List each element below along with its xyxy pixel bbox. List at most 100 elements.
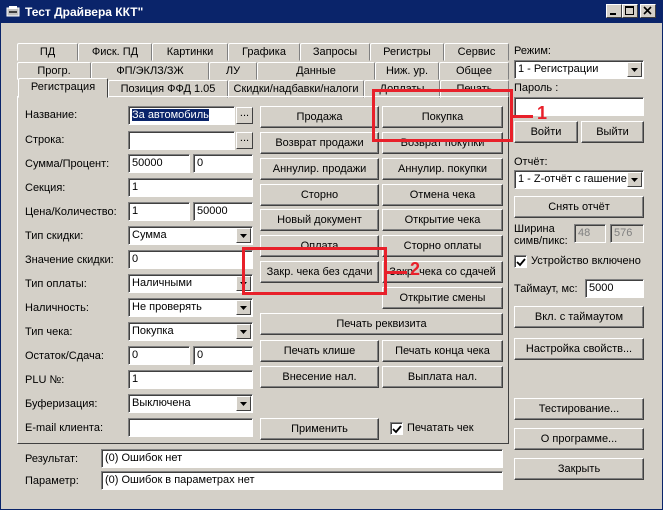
properties-button[interactable]: Настройка свойств...: [514, 338, 644, 360]
chevron-down-icon[interactable]: [627, 62, 642, 77]
discount-type-select[interactable]: Сумма: [128, 226, 253, 245]
open-receipt-button[interactable]: Открытие чека: [382, 209, 503, 231]
buffering-select[interactable]: Выключена: [128, 394, 253, 413]
chevron-down-icon[interactable]: [236, 300, 251, 315]
report-select[interactable]: 1 - Z-отчёт с гашением: [514, 170, 644, 189]
purchase-button[interactable]: Покупка: [382, 106, 503, 128]
email-field[interactable]: [128, 418, 253, 437]
storno-button[interactable]: Сторно: [260, 184, 379, 206]
callout-2-line: [387, 271, 407, 274]
name-field[interactable]: За автомобиль: [128, 106, 235, 125]
payment-type-select[interactable]: Наличными: [128, 274, 253, 293]
tab-queries[interactable]: Запросы: [300, 43, 370, 61]
cash-label: Наличность:: [25, 302, 89, 314]
chevron-down-icon[interactable]: [236, 228, 251, 243]
receipt-type-label: Тип чека:: [25, 326, 73, 338]
tab-registers[interactable]: Регистры: [370, 43, 444, 61]
callout-1: 1: [537, 103, 548, 123]
new-document-button[interactable]: Новый документ: [260, 209, 379, 231]
payment-type-label: Тип оплаты:: [25, 278, 87, 290]
plu-field[interactable]: 1: [128, 370, 253, 389]
cancel-purchase-button[interactable]: Аннулир. покупки: [382, 158, 503, 180]
tab-pd[interactable]: ПД: [17, 43, 78, 61]
tab-general[interactable]: Общее: [439, 62, 509, 80]
line-label: Строка:: [25, 134, 65, 146]
discount-type-label: Тип скидки:: [25, 230, 84, 242]
email-label: E-mail клиента:: [25, 422, 104, 434]
close-receipt-no-change-button[interactable]: Закр. чека без сдачи: [260, 261, 379, 283]
take-report-button[interactable]: Снять отчёт: [514, 196, 644, 218]
cash-out-button[interactable]: Выплата нал.: [382, 366, 503, 388]
sale-button[interactable]: Продажа: [260, 106, 379, 128]
title-bar: Тест Драйвера ККТ": [1, 1, 662, 23]
cancel-sale-button[interactable]: Аннулир. продажи: [260, 158, 379, 180]
window-title: Тест Драйвера ККТ": [25, 5, 144, 19]
buffering-label: Буферизация:: [25, 398, 98, 410]
tab-data[interactable]: Данные: [257, 62, 375, 80]
return-purchase-button[interactable]: Возврат покупки: [382, 132, 503, 154]
apply-button[interactable]: Применить: [260, 418, 379, 440]
sum-field[interactable]: 50000: [128, 154, 190, 173]
chevron-down-icon[interactable]: [236, 276, 251, 291]
result-field[interactable]: (0) Ошибок нет: [101, 449, 503, 468]
width-label-2: симв/пикс:: [514, 235, 568, 247]
tab-fisk-pd[interactable]: Фиск. ПД: [78, 43, 152, 61]
discount-value-label: Значение скидки:: [25, 254, 114, 266]
print-requisite-button[interactable]: Печать реквизита: [260, 313, 503, 335]
receipt-type-select[interactable]: Покупка: [128, 322, 253, 341]
chevron-down-icon[interactable]: [236, 324, 251, 339]
tab-registration[interactable]: Регистрация: [18, 78, 108, 98]
tab-service[interactable]: Сервис: [444, 43, 509, 61]
print-cliche-button[interactable]: Печать клише: [260, 340, 379, 362]
logout-button[interactable]: Выйти: [581, 121, 644, 143]
parameter-field[interactable]: (0) Ошибок в параметрах нет: [101, 471, 503, 490]
percent-field[interactable]: 0: [193, 154, 253, 173]
timeout-field[interactable]: 5000: [585, 279, 644, 298]
mode-select[interactable]: 1 - Регистрации: [514, 60, 644, 79]
callout-2: 2: [410, 259, 421, 279]
tab-fp-eklz[interactable]: ФП/ЭКЛЗ/ЗЖ: [91, 62, 209, 80]
cash-in-button[interactable]: Внесение нал.: [260, 366, 379, 388]
maximize-icon[interactable]: [622, 4, 638, 18]
device-enabled-label: Устройство включено: [531, 255, 641, 267]
return-sale-button[interactable]: Возврат продажи: [260, 132, 379, 154]
line-field[interactable]: [128, 131, 235, 150]
password-field[interactable]: [514, 97, 644, 116]
minimize-icon[interactable]: [606, 4, 622, 18]
print-receipt-label: Печатать чек: [407, 422, 474, 434]
tab-low-level[interactable]: Ниж. ур.: [375, 62, 439, 80]
tab-pictures[interactable]: Картинки: [152, 43, 228, 61]
timeout-enable-button[interactable]: Вкл. с таймаутом: [514, 306, 644, 328]
tab-lu[interactable]: ЛУ: [209, 62, 257, 80]
timeout-label: Таймаут, мс:: [514, 283, 578, 295]
name-ellipsis-button[interactable]: ...: [236, 107, 253, 124]
cash-select[interactable]: Не проверять: [128, 298, 253, 317]
login-button[interactable]: Войти: [514, 121, 578, 143]
chevron-down-icon[interactable]: [627, 172, 642, 187]
open-shift-button[interactable]: Открытие смены: [382, 287, 503, 309]
chevron-down-icon[interactable]: [236, 396, 251, 411]
about-button[interactable]: О программе...: [514, 428, 644, 450]
report-label: Отчёт:: [514, 156, 548, 168]
balance-field[interactable]: 0: [128, 346, 190, 365]
testing-button[interactable]: Тестирование...: [514, 398, 644, 420]
close-icon[interactable]: [640, 4, 656, 18]
storno-payment-button[interactable]: Сторно оплаты: [382, 235, 503, 257]
discount-value-field[interactable]: 0: [128, 250, 253, 269]
app-window: Тест Драйвера ККТ" ПД Фиск. ПД Картинки …: [0, 0, 663, 510]
password-label: Пароль :: [514, 82, 559, 94]
change-field[interactable]: 0: [193, 346, 253, 365]
cancel-receipt-button[interactable]: Отмена чека: [382, 184, 503, 206]
line-ellipsis-button[interactable]: ...: [236, 132, 253, 149]
price-field[interactable]: 1: [128, 202, 190, 221]
close-button[interactable]: Закрыть: [514, 458, 644, 480]
print-receipt-checkbox[interactable]: [390, 422, 403, 435]
device-enabled-checkbox[interactable]: [514, 255, 527, 268]
quantity-field[interactable]: 50000: [193, 202, 253, 221]
name-label: Название:: [25, 109, 78, 121]
width-pixels-field: 576: [610, 224, 644, 243]
print-receipt-end-button[interactable]: Печать конца чека: [382, 340, 503, 362]
tab-graphics[interactable]: Графика: [228, 43, 300, 61]
section-field[interactable]: 1: [128, 178, 253, 197]
payment-button[interactable]: Оплата: [260, 235, 379, 257]
